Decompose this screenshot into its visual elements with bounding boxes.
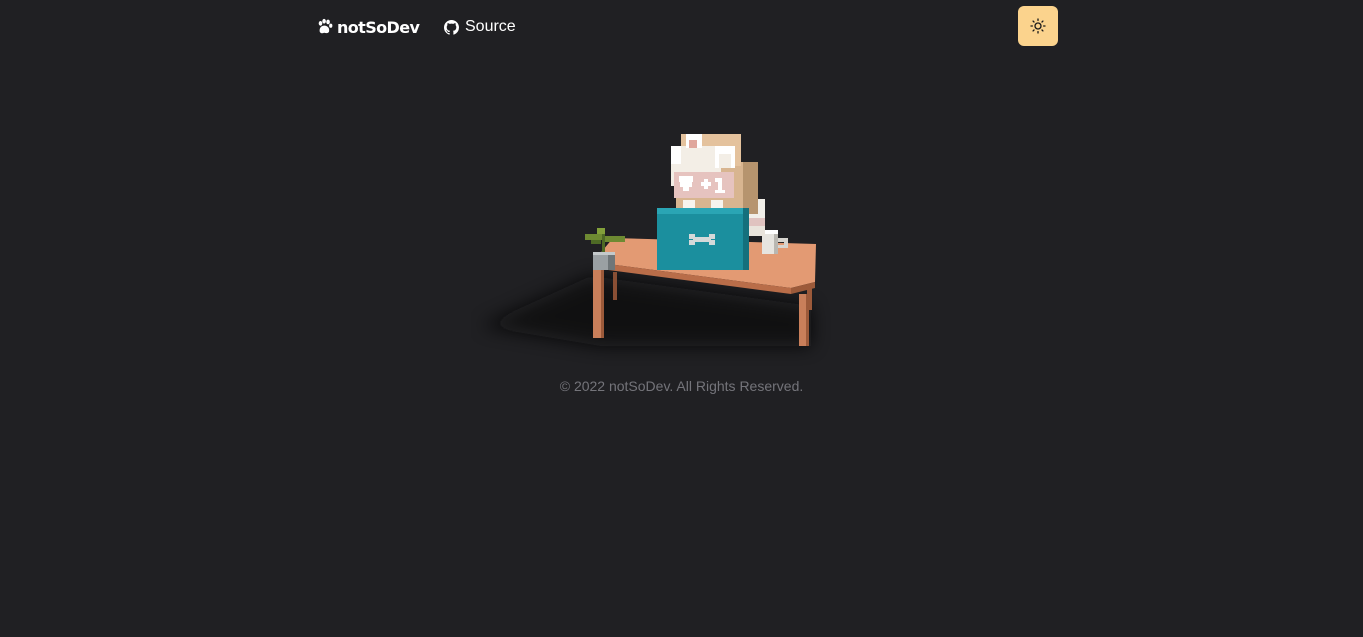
laptop <box>657 208 749 270</box>
navbar: notSoDev Source <box>0 0 1363 52</box>
copyright-text: © 2022 notSoDev. All Rights Reserved. <box>559 378 804 394</box>
voxel-desk-scene <box>481 134 816 346</box>
source-label: Source <box>465 18 516 35</box>
paw-icon <box>318 18 333 34</box>
theme-toggle-button[interactable] <box>1018 6 1058 46</box>
source-link[interactable]: Source <box>444 14 516 40</box>
brand-name: notSoDev <box>337 17 420 37</box>
sun-icon <box>1030 18 1046 34</box>
github-icon <box>444 19 459 35</box>
voxel-character <box>671 134 758 214</box>
footer: © 2022 notSoDev. All Rights Reserved. <box>0 376 1363 395</box>
brand-logo-link[interactable]: notSoDev <box>316 14 420 40</box>
